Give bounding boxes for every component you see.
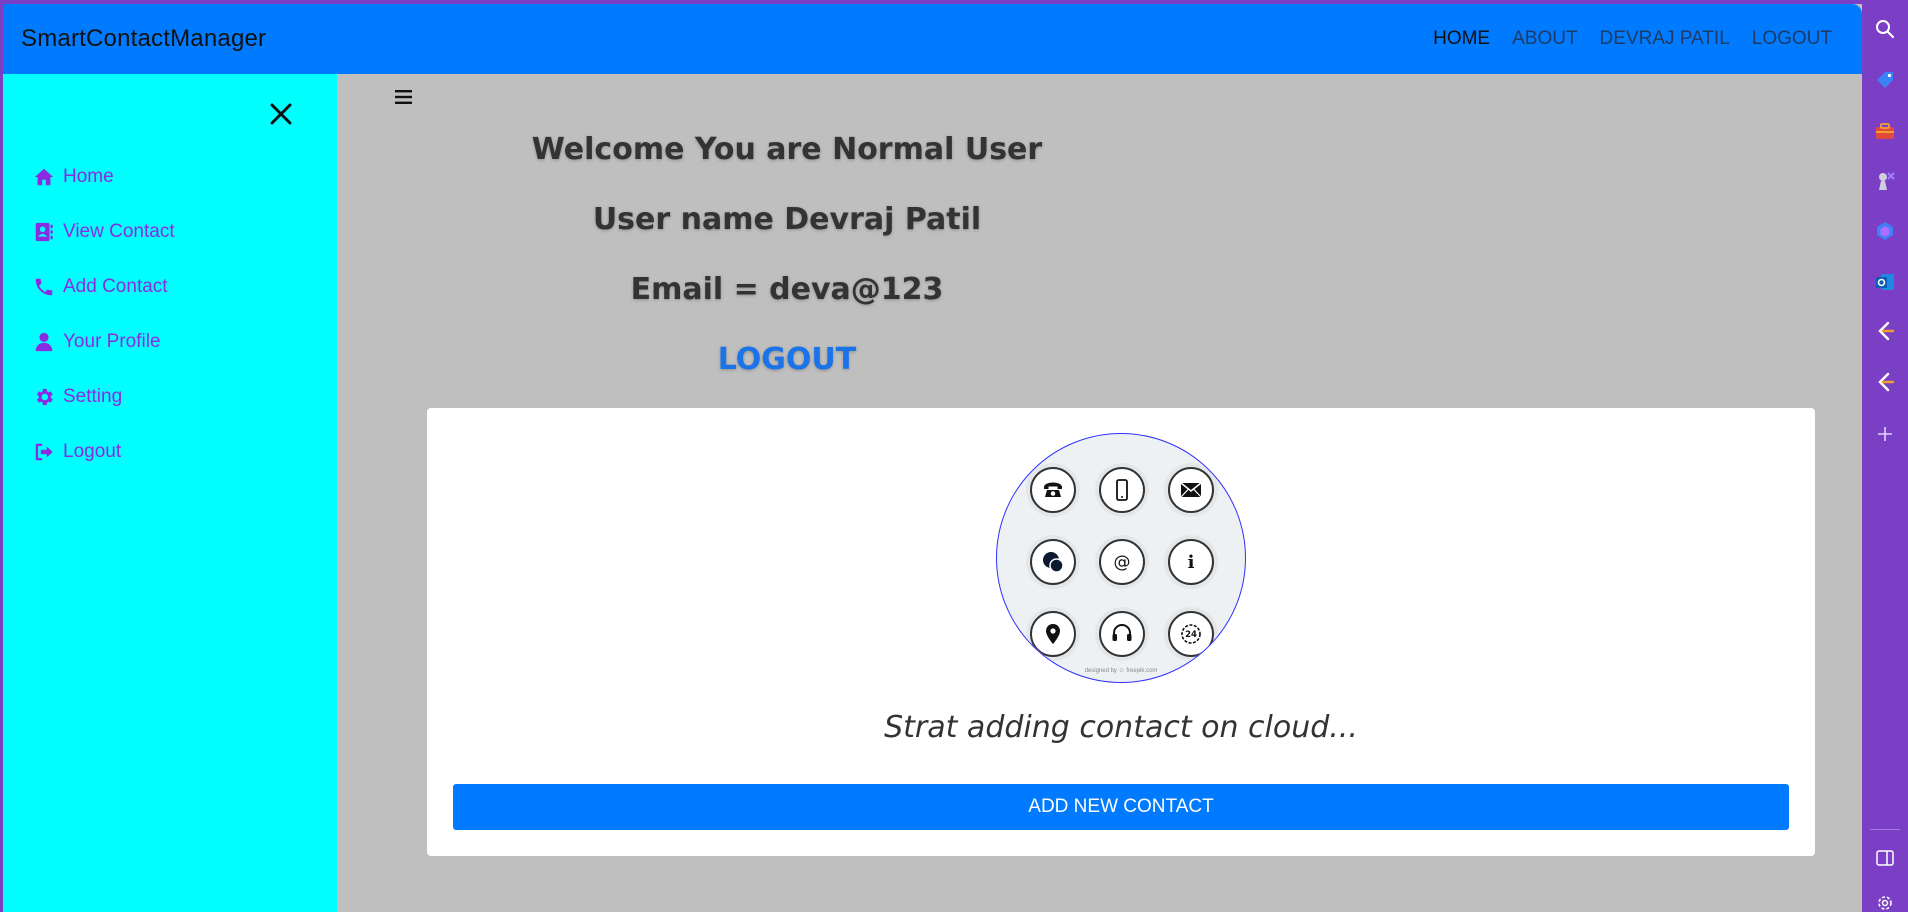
logout-link[interactable]: LOGOUT	[3, 342, 1571, 377]
24-hour-support-icon: 24	[1168, 611, 1214, 657]
svg-text:24: 24	[1185, 630, 1197, 640]
envelope-icon	[1168, 467, 1214, 513]
at-sign-icon: @	[1099, 539, 1145, 585]
welcome-heading: Welcome You are Normal User	[531, 132, 1043, 167]
outlook-icon[interactable]	[1874, 271, 1896, 293]
hamburger-menu-icon[interactable]	[393, 86, 415, 108]
app-window: SmartContactManager HOME ABOUT DEVRAJ PA…	[0, 0, 1862, 912]
close-icon[interactable]	[265, 98, 297, 130]
sidebar: Home View Contact Add Contact Your Profi…	[3, 74, 337, 912]
gear-icon	[36, 388, 53, 405]
shopping-tag-icon[interactable]	[1874, 69, 1896, 91]
svg-text:@: @	[1114, 553, 1131, 573]
sidebar-item-logout[interactable]: Logout	[33, 424, 175, 479]
nav-links: HOME ABOUT DEVRAJ PATIL LOGOUT	[1433, 28, 1832, 50]
home-icon	[34, 168, 54, 185]
sidebar-item-label: Home	[63, 165, 114, 187]
leetcode-icon-2[interactable]	[1874, 371, 1896, 393]
top-navbar: SmartContactManager HOME ABOUT DEVRAJ PA…	[3, 4, 1862, 74]
chat-bubbles-icon	[1030, 539, 1076, 585]
browser-sidebar-rail	[1862, 0, 1908, 912]
headset-icon	[1099, 611, 1145, 657]
toolbox-icon[interactable]	[1874, 120, 1896, 142]
nav-about[interactable]: ABOUT	[1512, 28, 1577, 50]
nav-user[interactable]: DEVRAJ PATIL	[1600, 28, 1730, 50]
info-icon: i	[1168, 539, 1214, 585]
search-icon[interactable]	[1874, 18, 1896, 40]
leetcode-icon[interactable]	[1874, 320, 1896, 342]
sidebar-item-label: Setting	[63, 385, 123, 407]
sidebar-item-setting[interactable]: Setting	[33, 369, 175, 424]
sidebar-item-label: Logout	[63, 440, 122, 462]
chess-game-icon[interactable]	[1874, 170, 1896, 192]
image-credit: designed by ☺ freepik.com	[1084, 668, 1158, 674]
email-heading: Email = deva@123	[630, 272, 944, 307]
sidebar-menu: Home View Contact Add Contact Your Profi…	[33, 149, 175, 479]
nav-logout[interactable]: LOGOUT	[1752, 28, 1832, 50]
sidebar-toggle-icon[interactable]	[1874, 847, 1896, 869]
add-new-contact-button[interactable]: ADD NEW CONTACT	[453, 784, 1789, 830]
copilot-icon[interactable]	[1874, 220, 1896, 242]
tagline: Strat adding contact on cloud...	[884, 710, 1358, 745]
add-icon[interactable]	[1874, 423, 1896, 445]
contact-card: @ i 24 designed by ☺ freepik.com Strat a…	[427, 408, 1815, 856]
settings-gear-icon[interactable]	[1874, 892, 1896, 912]
username-heading: User name Devraj Patil	[592, 202, 982, 237]
nav-home[interactable]: HOME	[1433, 28, 1490, 50]
location-pin-icon	[1030, 611, 1076, 657]
mobile-phone-icon	[1099, 467, 1145, 513]
sign-out-icon	[35, 443, 53, 460]
contact-illustration: @ i 24 designed by ☺ freepik.com	[996, 433, 1246, 683]
svg-text:i: i	[1188, 552, 1195, 573]
telephone-icon	[1030, 467, 1076, 513]
rail-divider	[1870, 829, 1900, 830]
brand-title[interactable]: SmartContactManager	[21, 25, 266, 53]
